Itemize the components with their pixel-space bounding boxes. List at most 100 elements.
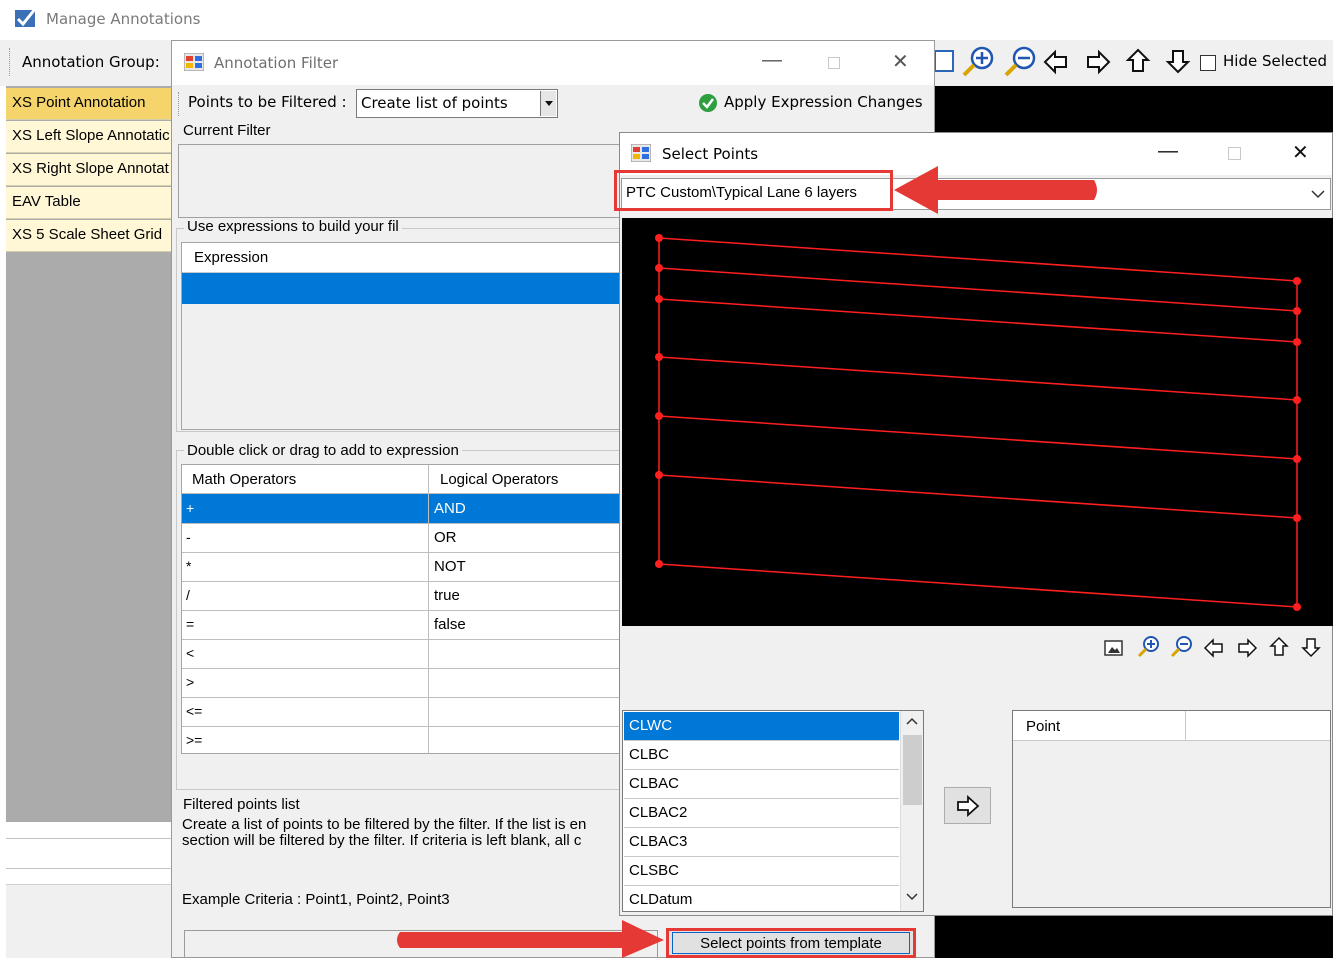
pan-right-icon[interactable] — [1236, 637, 1258, 659]
select-points-from-template-label: Select points from template — [700, 935, 882, 952]
group-item-eav-table[interactable]: EAV Table — [6, 187, 171, 219]
logical-op[interactable]: NOT — [434, 558, 466, 575]
math-op-cell-selected[interactable] — [182, 494, 428, 523]
select-points-title: Select Points — [662, 145, 759, 163]
selected-points-header: Point — [1013, 711, 1330, 741]
zoom-in-icon[interactable] — [960, 44, 998, 78]
main-window-titlebar: Manage Annotations — [0, 0, 1333, 40]
group-item-xs-point-annotation[interactable]: XS Point Annotation — [6, 88, 171, 120]
group-item-label: XS 5 Scale Sheet Grid — [12, 226, 163, 243]
pan-up-icon[interactable] — [1124, 47, 1152, 75]
logical-op[interactable]: AND — [434, 500, 466, 517]
row-divider — [182, 552, 622, 553]
chevron-down-icon[interactable] — [540, 91, 556, 116]
math-op[interactable]: >= — [186, 732, 202, 748]
pan-up-icon[interactable] — [1268, 636, 1290, 658]
pan-down-icon[interactable] — [1300, 636, 1322, 658]
pan-down-icon[interactable] — [1164, 47, 1192, 75]
point-item-selected[interactable]: CLWC — [624, 712, 899, 741]
pan-left-icon[interactable] — [1042, 48, 1070, 76]
toolbar-grip[interactable] — [9, 48, 10, 76]
point-item-label: CLWC — [629, 717, 673, 734]
row-divider — [182, 639, 622, 640]
chevron-up-icon[interactable] — [906, 717, 918, 725]
operators-label: Double click or drag to add to expressio… — [184, 442, 462, 459]
select-points-from-template-button[interactable]: Select points from template — [666, 928, 916, 958]
point-item[interactable]: CLBAC2 — [624, 799, 899, 828]
point-item[interactable]: CLDatum — [624, 886, 899, 910]
group-item-xs-5-scale[interactable]: XS 5 Scale Sheet Grid — [6, 220, 171, 252]
annotation-filter-title: Annotation Filter — [214, 54, 339, 72]
filtered-points-description-line2: section will be filtered by the filter. … — [182, 833, 582, 849]
point-item-label: CLBAC3 — [629, 833, 688, 850]
expression-row-selected[interactable] — [182, 273, 622, 304]
point-item[interactable]: CLBC — [624, 741, 899, 770]
point-item[interactable]: CLBAC3 — [624, 828, 899, 857]
hide-selected-checkbox[interactable] — [1200, 55, 1216, 71]
point-item-label: CLSBC — [629, 862, 680, 879]
points-filtered-dropdown[interactable]: Create list of points — [356, 89, 558, 118]
logical-op[interactable]: OR — [434, 529, 457, 546]
point-header-label: Point — [1026, 718, 1061, 735]
math-op[interactable]: * — [186, 558, 191, 574]
math-op[interactable]: < — [186, 645, 194, 661]
image-icon[interactable] — [934, 50, 954, 72]
annotation-arrow-icon — [397, 920, 664, 958]
zoom-out-icon[interactable] — [1169, 634, 1195, 660]
points-list-scrollbar[interactable] — [900, 711, 923, 911]
app-logo-icon — [15, 8, 37, 27]
apply-expression-button[interactable]: Apply Expression Changes — [724, 93, 923, 111]
math-op[interactable]: - — [186, 529, 191, 545]
maximize-button[interactable] — [828, 57, 840, 69]
close-button[interactable]: ✕ — [892, 49, 909, 74]
logical-op[interactable]: true — [434, 587, 460, 604]
chevron-down-icon[interactable] — [1311, 189, 1325, 199]
points-filtered-label: Points to be Filtered : — [188, 93, 347, 111]
expression-header-label: Expression — [194, 249, 269, 266]
add-point-button[interactable] — [944, 787, 991, 824]
math-op[interactable]: > — [186, 674, 194, 690]
math-op[interactable]: + — [186, 500, 194, 516]
math-operators-header: Math Operators — [192, 471, 297, 488]
current-filter-box[interactable] — [178, 144, 623, 218]
expression-grid: Expression — [181, 242, 623, 430]
hide-selected-label: Hide Selected — [1223, 52, 1327, 70]
annotation-arrow-icon — [894, 166, 1097, 214]
zoom-out-icon[interactable] — [1002, 44, 1038, 78]
annotation-group-label: Annotation Group: — [22, 53, 160, 71]
chevron-down-icon[interactable] — [906, 893, 918, 901]
operators-grid: Math Operators Logical Operators + AND -… — [181, 464, 623, 754]
point-item[interactable]: CLSBC — [624, 857, 899, 886]
divider — [6, 868, 171, 869]
logical-op[interactable]: false — [434, 616, 466, 633]
checkmark-icon — [699, 94, 717, 112]
divider — [6, 838, 171, 839]
close-button[interactable]: ✕ — [1292, 140, 1309, 165]
selected-points-grid: Point — [1012, 710, 1331, 908]
bottom-panel — [6, 884, 171, 958]
row-divider — [182, 668, 622, 669]
pan-left-icon[interactable] — [1203, 637, 1225, 659]
minimize-button[interactable]: — — [762, 49, 782, 72]
pan-right-icon[interactable] — [1084, 48, 1112, 76]
operators-header: Math Operators Logical Operators — [182, 465, 622, 494]
expression-header: Expression — [182, 243, 622, 273]
group-item-xs-right-slope[interactable]: XS Right Slope Annotat — [6, 154, 171, 186]
math-op[interactable]: <= — [186, 703, 202, 719]
main-window-title: Manage Annotations — [46, 10, 201, 28]
filtered-points-description-line1: Create a list of points to be filtered b… — [182, 817, 587, 833]
column-divider — [1185, 711, 1186, 741]
template-preview-canvas[interactable] — [622, 218, 1333, 626]
scrollbar-thumb[interactable] — [903, 735, 922, 805]
group-item-label: XS Left Slope Annotatic — [12, 127, 170, 144]
window-app-icon — [631, 144, 651, 162]
point-item-label: CLBAC2 — [629, 804, 688, 821]
group-item-xs-left-slope[interactable]: XS Left Slope Annotatic — [6, 121, 171, 153]
math-op[interactable]: = — [186, 616, 194, 632]
point-item[interactable]: CLBAC — [624, 770, 899, 799]
fit-view-icon[interactable] — [1103, 638, 1125, 658]
maximize-button[interactable] — [1228, 147, 1241, 160]
zoom-in-icon[interactable] — [1136, 634, 1162, 660]
minimize-button[interactable]: — — [1158, 140, 1178, 163]
math-op[interactable]: / — [186, 587, 190, 603]
